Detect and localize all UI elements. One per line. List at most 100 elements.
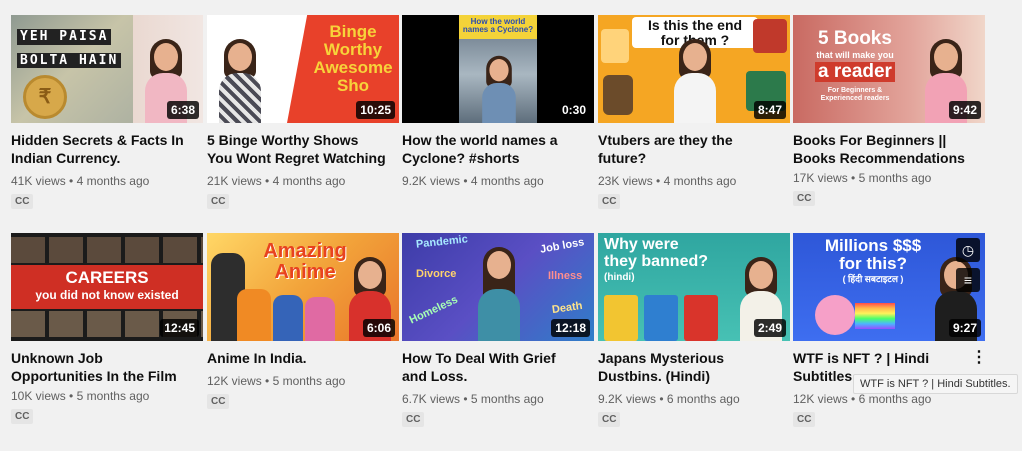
video-metadata: 12K views • 5 months ago (207, 373, 399, 389)
cartoon-avatar (753, 19, 787, 53)
duration-badge: 0:30 (557, 101, 590, 119)
video-title[interactable]: Anime In India. (207, 349, 387, 367)
thumbnail-text-line: Millions $$$ (824, 236, 922, 255)
video-thumbnail[interactable]: 5 Books that will make you a reader For … (793, 15, 985, 123)
thumbnail-text-line: that will make you (816, 49, 894, 60)
video-card[interactable]: Millions $$$ for this? ( हिंदी सबटाइटल )… (793, 233, 987, 427)
video-card[interactable]: CAREERS you did not know existed 12:45 U… (11, 233, 203, 424)
thumbnail-text-line: Awesome (313, 57, 393, 77)
clock-icon[interactable]: ◷ (956, 238, 980, 262)
thumbnail-text-line: Worthy (323, 39, 383, 59)
upload-age: 4 months ago (76, 174, 150, 188)
anime-character (273, 295, 303, 341)
presenter-image (476, 247, 526, 341)
thumbnail-subtext: For Beginners & Experienced readers (820, 87, 890, 102)
video-metadata: 6.7K views • 5 months ago (402, 391, 594, 407)
video-title[interactable]: Unknown Job Opportunities In the Film In… (11, 349, 191, 385)
video-thumbnail[interactable]: Pandemic Job loss Divorce Illness Homele… (402, 233, 594, 341)
cartoon-avatar (603, 75, 633, 115)
upload-age: 5 months ago (272, 374, 346, 388)
video-title[interactable]: Books For Beginners || Books Recommendat… (793, 131, 973, 167)
meta-separator: • (265, 174, 270, 188)
video-metadata: 9.2K views • 4 months ago (402, 173, 594, 189)
view-count: 12K views (793, 392, 848, 406)
title-tooltip: WTF is NFT ? | Hindi Subtitles. (853, 374, 1018, 394)
thumbnail-text-line: a reader (815, 62, 895, 83)
view-count: 9.2K views (598, 392, 657, 406)
video-thumbnail[interactable]: Why were they banned? (hindi) 2:49 (598, 233, 790, 341)
view-count: 12K views (207, 374, 262, 388)
upload-age: 4 months ago (470, 174, 544, 188)
cc-badge: CC (207, 394, 230, 409)
duration-badge: 9:42 (948, 101, 981, 119)
video-thumbnail[interactable]: Is this the end for them ? 8:47 (598, 15, 790, 123)
video-thumbnail[interactable]: How the world names a Cyclone? 0:30 (402, 15, 594, 123)
meta-separator: • (463, 392, 468, 406)
video-title[interactable]: Hidden Secrets & Facts In Indian Currenc… (11, 131, 191, 167)
thumbnail-text-line: Binge (329, 22, 377, 41)
thumbnail-text-line: Amazing (263, 240, 347, 262)
video-thumbnail[interactable]: ₹ YEH PAISA BOLTA HAIN 6:38 (11, 15, 203, 123)
upload-age: 5 months ago (858, 171, 932, 185)
upload-age: 5 months ago (470, 392, 544, 406)
anime-character (237, 289, 271, 341)
video-title[interactable]: Japans Mysterious Dustbins. (Hindi) (598, 349, 778, 385)
video-card[interactable]: Why were they banned? (hindi) 2:49 Japan… (598, 233, 790, 427)
cartoon-avatar (601, 29, 629, 63)
cc-badge: CC (11, 194, 34, 209)
video-row: ₹ YEH PAISA BOLTA HAIN 6:38 Hidden Secre… (11, 15, 1011, 233)
video-card[interactable]: Binge Worthy Awesome Sho 10:25 5 Binge W… (207, 15, 399, 209)
video-card[interactable]: Amazing Anime 6:06 Anime In India. 12K v… (207, 233, 399, 409)
video-metadata: 41K views • 4 months ago (11, 173, 203, 189)
video-thumbnail[interactable]: CAREERS you did not know existed 12:45 (11, 233, 203, 341)
video-card[interactable]: 5 Books that will make you a reader For … (793, 15, 985, 206)
rupee-coin-icon: ₹ (23, 75, 67, 119)
video-card[interactable]: ₹ YEH PAISA BOLTA HAIN 6:38 Hidden Secre… (11, 15, 203, 209)
video-thumbnail[interactable]: Amazing Anime 6:06 (207, 233, 399, 341)
cc-badge: CC (598, 194, 621, 209)
duration-badge: 6:06 (362, 319, 395, 337)
nyan-cat-image (815, 295, 855, 335)
dustbin-image (644, 295, 678, 341)
meta-separator: • (656, 174, 661, 188)
thumbnail-word: Divorce (416, 268, 457, 280)
rainbow-image (855, 303, 895, 329)
thumbnail-text-line: Is this the end (647, 17, 743, 33)
upload-age: 4 months ago (272, 174, 346, 188)
dustbin-image (684, 295, 718, 341)
thumbnail-text-line: Sho (336, 75, 370, 95)
presenter-image (481, 55, 518, 123)
video-card[interactable]: Is this the end for them ? 8:47 Vtubers … (598, 15, 790, 209)
thumbnail-word: Illness (548, 270, 583, 282)
view-count: 10K views (11, 389, 66, 403)
thumbnail-subtext: ( हिंदी सबटाइटल ) (842, 273, 904, 284)
cc-badge: CC (598, 412, 621, 427)
meta-separator: • (851, 392, 856, 406)
queue-icon[interactable]: ≡ (956, 268, 980, 292)
thumbnail-text-line: Why were (604, 236, 679, 253)
meta-separator: • (851, 171, 856, 185)
video-title[interactable]: How the world names a Cyclone? #shorts (402, 131, 582, 167)
duration-badge: 6:38 (166, 101, 199, 119)
video-title[interactable]: How To Deal With Grief and Loss. (402, 349, 582, 385)
video-metadata: 17K views • 5 months ago (793, 170, 985, 186)
video-card[interactable]: Pandemic Job loss Divorce Illness Homele… (402, 233, 594, 427)
duration-badge: 9:27 (948, 319, 981, 337)
kebab-menu-icon[interactable]: ⋮ (971, 347, 987, 367)
duration-badge: 12:45 (160, 319, 199, 337)
video-thumbnail[interactable]: Binge Worthy Awesome Sho 10:25 (207, 15, 399, 123)
view-count: 6.7K views (402, 392, 461, 406)
duration-badge: 10:25 (356, 101, 395, 119)
cc-badge: CC (793, 412, 816, 427)
duration-badge: 12:18 (551, 319, 590, 337)
cc-badge: CC (793, 191, 816, 206)
thumbnail-text-line: CAREERS (65, 268, 149, 287)
video-thumbnail[interactable]: Millions $$$ for this? ( हिंदी सबटाइटल )… (793, 233, 985, 341)
video-title[interactable]: Vtubers are they the future? (598, 131, 778, 167)
view-count: 23K views (598, 174, 653, 188)
video-metadata: 9.2K views • 6 months ago (598, 391, 790, 407)
video-title[interactable]: 5 Binge Worthy Shows You Wont Regret Wat… (207, 131, 387, 167)
meta-separator: • (69, 389, 74, 403)
video-card[interactable]: How the world names a Cyclone? 0:30 How … (402, 15, 594, 189)
video-metadata: 21K views • 4 months ago (207, 173, 399, 189)
